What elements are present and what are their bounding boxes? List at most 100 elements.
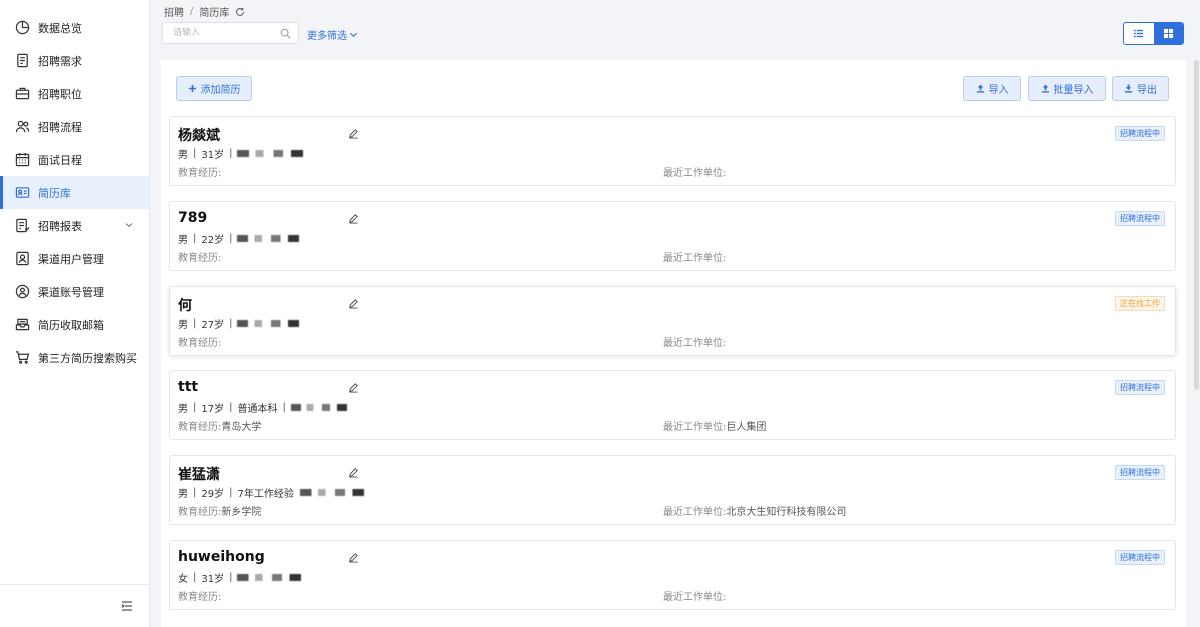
candidate-info: 女 | 31岁 | — [178, 570, 302, 585]
grid-view-button[interactable] — [1153, 23, 1183, 44]
list-view-button[interactable] — [1124, 23, 1154, 44]
scrollbar[interactable] — [1194, 60, 1199, 390]
edit-icon[interactable] — [348, 298, 359, 309]
education-field: 教育经历: — [178, 253, 222, 264]
sidebar-item-dashboard[interactable]: 数据总览 — [0, 11, 150, 44]
work-field: 最近工作单位: — [663, 253, 727, 264]
candidate-info: 男 | 29岁 | 7年工作经验 — [178, 485, 364, 500]
plus-icon — [188, 84, 196, 93]
menu-collapse-icon[interactable] — [120, 599, 134, 613]
candidate-info: 男 | 22岁 | — [178, 231, 300, 246]
sidebar-item-positions[interactable]: 招聘职位 — [0, 77, 150, 110]
education-value: 青岛大学 — [221, 422, 262, 433]
report-icon — [14, 218, 30, 234]
batch-import-button[interactable]: 批量导入 — [1028, 76, 1106, 101]
refresh-icon[interactable] — [235, 7, 245, 17]
candidate-experience: 7年工作经验 — [237, 489, 294, 500]
chevron-down-icon[interactable] — [124, 220, 134, 230]
resume-card[interactable]: 789 男 | 22岁 | 教育经历: 最近工作单位: 招聘流程中 — [169, 201, 1176, 271]
sidebar-item-label: 招聘流程 — [38, 120, 82, 134]
briefcase-icon — [14, 86, 30, 102]
candidate-name[interactable]: ttt — [178, 379, 198, 395]
candidate-gender: 男 — [178, 489, 188, 500]
export-label: 导出 — [1137, 85, 1157, 96]
sidebar-item-third-party-search[interactable]: 第三方简历搜索购买 — [0, 341, 150, 374]
work-field: 最近工作单位:巨人集团 — [663, 422, 767, 433]
breadcrumb-root[interactable]: 招聘 — [164, 4, 184, 19]
more-filter-button[interactable]: 更多筛选 — [307, 27, 358, 42]
resume-card[interactable]: huweihong 女 | 31岁 | 教育经历: 最近工作单位: 招聘流程中 — [169, 540, 1176, 610]
candidate-info: 男 | 31岁 | — [178, 146, 304, 161]
pie-chart-icon — [14, 20, 30, 36]
candidate-age: 22岁 — [201, 235, 225, 246]
redacted-phone — [237, 574, 302, 581]
sidebar-item-resume-inbox[interactable]: 简历收取邮箱 — [0, 308, 150, 341]
candidate-name[interactable]: huweihong — [178, 549, 265, 565]
sidebar-item-requirements[interactable]: 招聘需求 — [0, 44, 150, 77]
status-badge: 招聘流程中 — [1115, 211, 1165, 226]
status-badge: 招聘流程中 — [1115, 550, 1165, 565]
calendar-icon — [14, 152, 30, 168]
work-field: 最近工作单位: — [663, 168, 727, 179]
status-badge: 正在找工作 — [1115, 296, 1165, 311]
resume-card[interactable]: 崔猛潇 男 | 29岁 | 7年工作经验 教育经历:新乡学院 最近工作单位:北京大生… — [169, 455, 1176, 525]
candidate-degree: 普通本科 — [237, 404, 278, 415]
user-box-icon — [14, 251, 30, 267]
upload-icon — [1041, 84, 1049, 93]
sidebar-item-label: 招聘职位 — [38, 87, 82, 101]
search-icon[interactable] — [280, 28, 291, 39]
edit-icon[interactable] — [348, 128, 359, 139]
candidate-name[interactable]: 789 — [178, 210, 207, 226]
search-box — [162, 22, 299, 44]
candidate-name[interactable]: 杨燚斌 — [178, 125, 220, 145]
sidebar-item-reports[interactable]: 招聘报表 — [0, 209, 150, 242]
candidate-name[interactable]: 何 — [178, 295, 192, 315]
sidebar-item-resume-library[interactable]: 简历库 — [0, 176, 150, 209]
work-field: 最近工作单位:北京大生知行科技有限公司 — [663, 507, 847, 518]
resume-card[interactable]: 何 男 | 27岁 | 教育经历: 最近工作单位: 正在找工作 — [169, 286, 1176, 356]
add-resume-label: 添加简历 — [200, 85, 241, 96]
grid-icon — [1163, 28, 1173, 39]
breadcrumb: 招聘 / 简历库 — [164, 4, 245, 19]
sidebar-item-process[interactable]: 招聘流程 — [0, 110, 150, 143]
sidebar-item-channel-accounts[interactable]: 渠道账号管理 — [0, 275, 150, 308]
status-badge: 招聘流程中 — [1115, 380, 1165, 395]
edit-icon[interactable] — [348, 552, 359, 563]
sidebar-item-channel-users[interactable]: 渠道用户管理 — [0, 242, 150, 275]
edit-icon[interactable] — [348, 382, 359, 393]
resume-card[interactable]: 杨燚斌 男 | 31岁 | 教育经历: 最近工作单位: 招聘流程中 — [169, 116, 1176, 186]
sidebar: 数据总览 招聘需求 招聘职位 招聘流程 面试日程 简历库 招聘报表 渠道用户管理… — [0, 0, 150, 627]
candidate-age: 29岁 — [201, 489, 225, 500]
work-field: 最近工作单位: — [663, 338, 727, 349]
list-icon — [1134, 29, 1144, 38]
sidebar-item-label: 面试日程 — [38, 153, 82, 167]
export-button[interactable]: 导出 — [1112, 76, 1169, 101]
candidate-info: 男 | 27岁 | — [178, 316, 300, 331]
candidate-age: 31岁 — [201, 150, 225, 161]
view-toggle — [1123, 22, 1184, 45]
search-input[interactable] — [163, 23, 273, 43]
redacted-phone — [237, 150, 304, 157]
candidate-name[interactable]: 崔猛潇 — [178, 464, 220, 484]
document-icon — [14, 53, 30, 69]
sidebar-item-label: 渠道用户管理 — [38, 252, 104, 266]
download-icon — [1124, 84, 1133, 93]
redacted-phone — [299, 489, 364, 496]
cart-icon — [14, 350, 30, 366]
redacted-phone — [237, 235, 300, 242]
inbox-icon — [14, 317, 30, 333]
import-button[interactable]: 导入 — [963, 76, 1021, 101]
id-card-icon — [14, 185, 30, 201]
work-field: 最近工作单位: — [663, 592, 727, 603]
work-value: 巨人集团 — [726, 422, 767, 433]
upload-icon — [976, 84, 984, 93]
resume-card[interactable]: ttt 男 | 17岁 | 普通本科 | 教育经历:青岛大学 最近工作单位:巨人集团 … — [169, 370, 1176, 440]
status-badge: 招聘流程中 — [1115, 126, 1165, 141]
sidebar-item-schedule[interactable]: 面试日程 — [0, 143, 150, 176]
edit-icon[interactable] — [348, 213, 359, 224]
more-filter-label: 更多筛选 — [307, 31, 347, 42]
sidebar-item-label: 招聘报表 — [38, 219, 82, 233]
add-resume-button[interactable]: 添加简历 — [176, 76, 252, 101]
edit-icon[interactable] — [348, 467, 359, 478]
breadcrumb-separator: / — [190, 6, 194, 17]
